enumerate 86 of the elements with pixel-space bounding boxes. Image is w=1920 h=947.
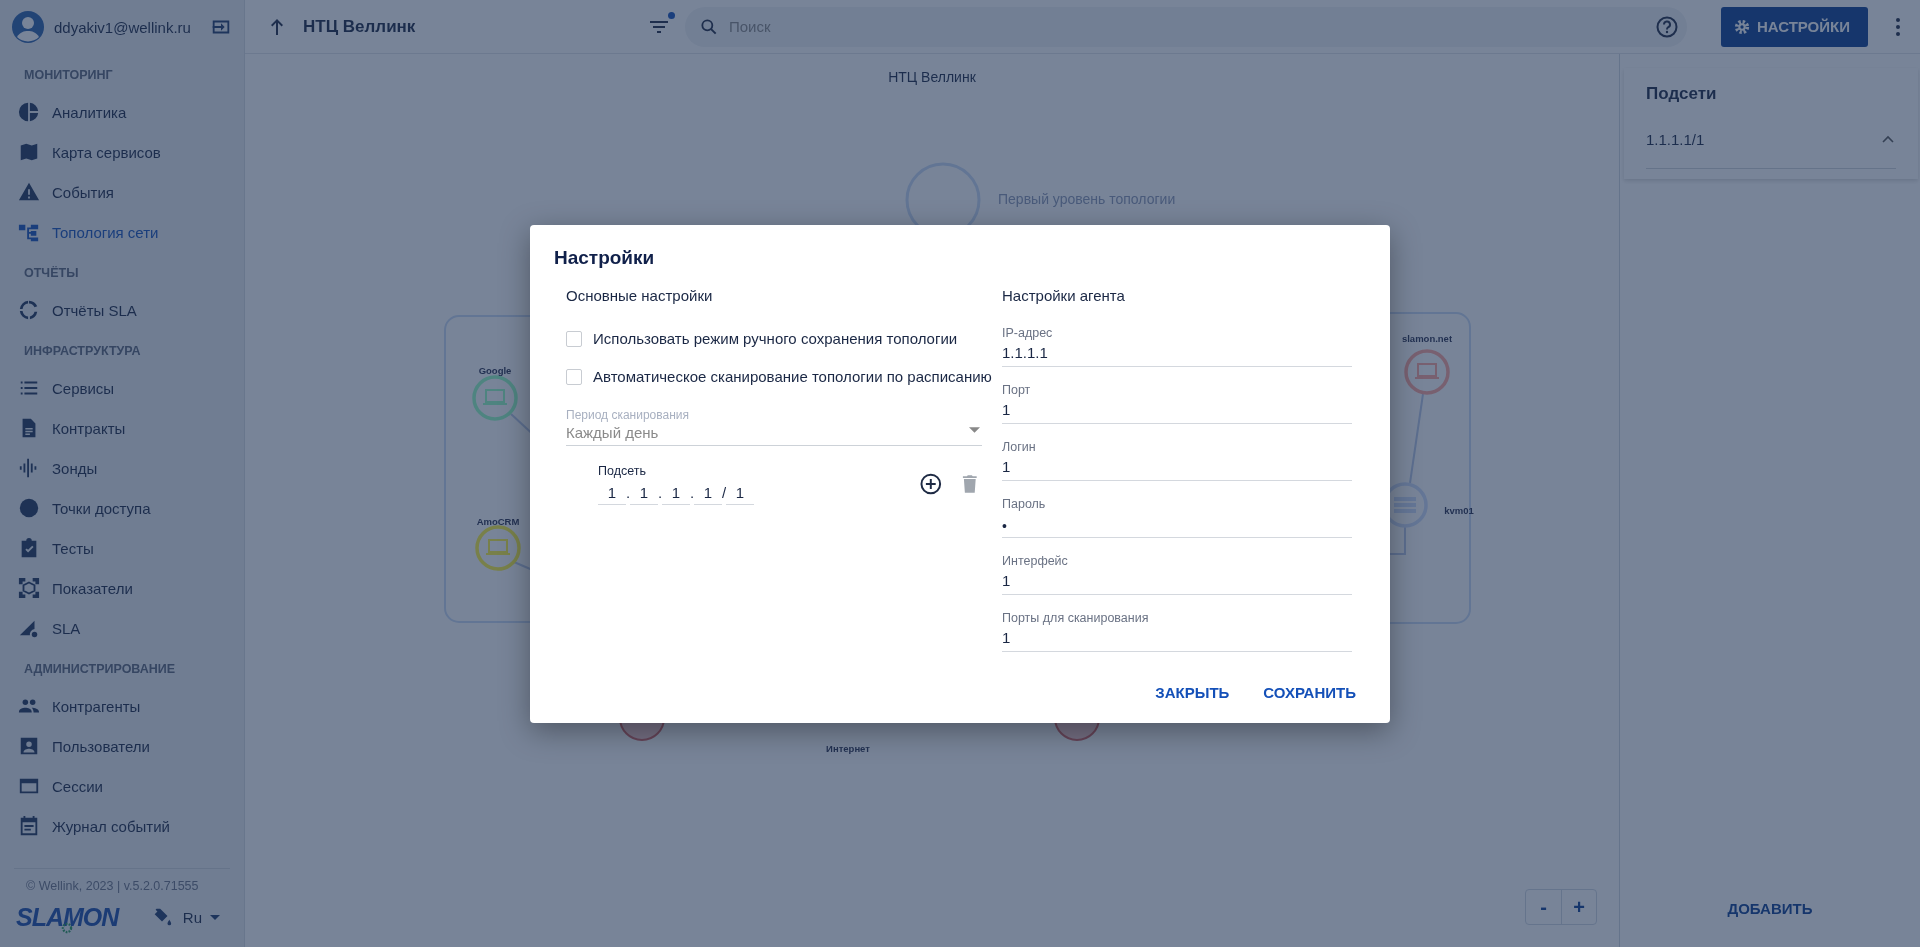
section-heading: Основные настройки bbox=[566, 286, 714, 304]
subnet-item[interactable]: 1.1.1.1/1 bbox=[1646, 118, 1896, 169]
pie-chart-icon bbox=[18, 101, 40, 123]
text-field[interactable]: Пароль • bbox=[1002, 490, 1352, 538]
sidebar-item[interactable]: События bbox=[0, 172, 244, 212]
node-label: Google bbox=[478, 365, 512, 376]
field-value: • bbox=[1002, 516, 1008, 536]
sidebar-item[interactable]: Топология сети bbox=[0, 212, 244, 252]
field-label: Подсеть bbox=[598, 463, 647, 478]
text-field[interactable]: Порты для сканирования 1 bbox=[1002, 604, 1352, 652]
sidebar-item[interactable]: Показатели bbox=[0, 568, 244, 608]
dialog-button[interactable]: ЗАКРЫТЬ bbox=[1141, 673, 1244, 711]
canvas-title: НТЦ Веллинк bbox=[888, 69, 976, 85]
field-value: 1 bbox=[1002, 627, 1012, 647]
sidebar-item[interactable]: Сервисы bbox=[0, 368, 244, 408]
dialog-title: Настройки bbox=[554, 246, 656, 269]
sidebar-item[interactable]: Контрагенты bbox=[0, 686, 244, 726]
settings-icon bbox=[1732, 17, 1751, 36]
section-heading: Настройки агента bbox=[1002, 286, 1126, 304]
field-label: Период сканирования bbox=[566, 407, 690, 422]
field-label: IP-адрес bbox=[1002, 325, 1054, 340]
field-value: 1.1.1.1 bbox=[1002, 342, 1049, 362]
person-card-icon bbox=[18, 735, 40, 757]
sidebar-item[interactable]: Сессии bbox=[0, 766, 244, 806]
field-label: Порты для сканирования bbox=[1002, 610, 1150, 625]
help-icon[interactable] bbox=[1654, 14, 1679, 39]
separator: . bbox=[657, 484, 663, 501]
field-value: 1 bbox=[1002, 399, 1012, 419]
text-field[interactable]: Порт 1 bbox=[1002, 376, 1352, 424]
sidebar-item[interactable]: Пользователи bbox=[0, 726, 244, 766]
node-label: kvm01 bbox=[1444, 505, 1474, 516]
field-value: 1 bbox=[1002, 570, 1012, 590]
sidebar-item[interactable]: Тесты bbox=[0, 528, 244, 568]
checkbox[interactable] bbox=[566, 368, 582, 385]
select-value: Каждый день bbox=[566, 423, 659, 441]
settings-button[interactable]: НАСТРОЙКИ bbox=[1720, 6, 1868, 47]
cube-icon bbox=[18, 577, 40, 599]
node-label: Интернет bbox=[826, 743, 870, 754]
section-heading: ИНФРАСТРУКТУРА bbox=[23, 343, 142, 360]
field-label: Интерфейс bbox=[1002, 553, 1069, 568]
page-title: НТЦ Веллинк bbox=[303, 16, 417, 37]
avatar-icon bbox=[12, 11, 44, 43]
node-label: slamon.net bbox=[1401, 333, 1453, 344]
separator: / bbox=[721, 484, 727, 501]
section-heading: ОТЧЁТЫ bbox=[23, 265, 80, 282]
checkbox-label: Использовать режим ручного сохранения топологии bbox=[593, 330, 958, 347]
field-label: Порт bbox=[1002, 382, 1032, 397]
field-label: Пароль bbox=[1002, 496, 1047, 511]
dialog-button[interactable]: СОХРАНИТЬ bbox=[1249, 673, 1370, 711]
checkbox-label: Автоматическое сканирование топологии по расписанию bbox=[593, 368, 992, 385]
user-email: ddyakiv1@wellink.ru bbox=[54, 18, 192, 36]
section-heading: МОНИТОРИНГ bbox=[23, 67, 114, 84]
add-button[interactable]: ДОБАВИТЬ bbox=[1715, 892, 1825, 925]
sidebar-item[interactable]: Зонды bbox=[0, 448, 244, 488]
warning-icon bbox=[18, 181, 40, 203]
sidebar-item[interactable]: Журнал событий bbox=[0, 806, 244, 846]
sidebar-item[interactable]: SLA bbox=[0, 608, 244, 648]
caret-icon bbox=[210, 914, 220, 920]
separator: . bbox=[625, 484, 631, 501]
map-icon bbox=[18, 141, 40, 163]
circle-icon bbox=[18, 497, 40, 519]
section-heading: АДМИНИСТРИРОВАНИЕ bbox=[23, 661, 177, 678]
zoom-button[interactable]: + bbox=[1561, 890, 1596, 924]
text-field[interactable]: IP-адрес 1.1.1.1 bbox=[1002, 319, 1352, 367]
panel-title: Подсети bbox=[1646, 83, 1718, 105]
sidebar-item[interactable]: Контракты bbox=[0, 408, 244, 448]
logo: SLAMON bbox=[16, 902, 151, 932]
checkbox[interactable] bbox=[566, 330, 582, 347]
sidebar-item[interactable]: Карта сервисов bbox=[0, 132, 244, 172]
sidebar-item[interactable]: Точки доступа bbox=[0, 488, 244, 528]
add-circle-icon[interactable] bbox=[918, 472, 943, 496]
sidebar-item[interactable]: Аналитика bbox=[0, 92, 244, 132]
separator: . bbox=[689, 484, 695, 501]
language-select[interactable]: Ru bbox=[180, 908, 230, 926]
zoom-button[interactable]: - bbox=[1526, 890, 1561, 924]
sidebar-item[interactable]: Отчёты SLA bbox=[0, 290, 244, 330]
node-label: AmoCRM bbox=[476, 516, 520, 527]
field-value: 1 bbox=[1002, 456, 1012, 476]
calendar-icon bbox=[18, 815, 40, 837]
caret-icon bbox=[969, 426, 980, 433]
text-field[interactable]: Интерфейс 1 bbox=[1002, 547, 1352, 595]
donut-icon bbox=[18, 299, 40, 321]
search-icon bbox=[699, 16, 719, 37]
field-label: Логин bbox=[1002, 439, 1037, 454]
laptop-node[interactable] bbox=[1404, 349, 1450, 395]
text-field[interactable]: Логин 1 bbox=[1002, 433, 1352, 481]
